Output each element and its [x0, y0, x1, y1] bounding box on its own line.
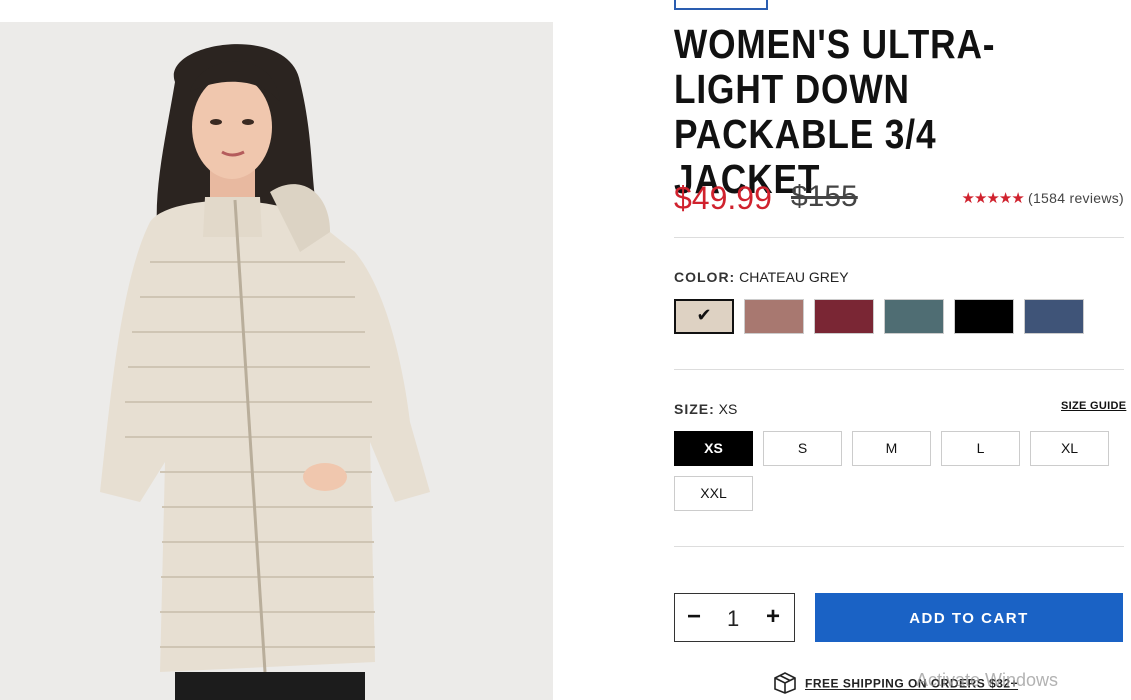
size-selected-value: XS	[718, 401, 738, 417]
color-swatch[interactable]	[954, 299, 1014, 334]
color-swatch[interactable]	[1024, 299, 1084, 334]
color-swatch[interactable]: ✔	[674, 299, 734, 334]
product-image[interactable]	[0, 22, 553, 700]
star-rating-icon: ★★★★★	[961, 190, 1025, 207]
divider	[674, 546, 1124, 547]
size-guide-link[interactable]: SIZE GUIDE	[1061, 400, 1126, 412]
divider	[674, 237, 1124, 238]
color-label: COLOR: CHATEAU GREY	[674, 269, 849, 285]
review-count: (1584 reviews)	[1027, 190, 1124, 206]
size-label: SIZE: XS	[674, 401, 737, 417]
size-label-key: SIZE:	[674, 401, 715, 417]
new-arrival-badge: NEW ARRIVAL	[674, 0, 768, 10]
size-option[interactable]: M	[852, 431, 931, 466]
quantity-stepper: − 1 +	[674, 593, 795, 642]
size-option[interactable]: L	[941, 431, 1020, 466]
sale-price: $49.99	[674, 180, 772, 216]
size-option[interactable]: S	[763, 431, 842, 466]
size-option[interactable]: XXL	[674, 476, 753, 511]
increase-quantity-button[interactable]: +	[766, 603, 780, 631]
product-title: WOMEN'S ULTRA-LIGHT DOWN PACKABLE 3/4 JA…	[674, 21, 996, 202]
package-icon	[773, 672, 797, 697]
size-option[interactable]: XS	[674, 431, 753, 466]
color-selected-value: CHATEAU GREY	[739, 269, 849, 285]
add-to-cart-button[interactable]: ADD TO CART	[815, 593, 1123, 642]
price-row: $49.99 $155 ★★★★★ (1584 reviews)	[674, 180, 1124, 224]
color-label-key: COLOR:	[674, 269, 736, 285]
decrease-quantity-button[interactable]: −	[687, 603, 701, 631]
color-swatch[interactable]	[814, 299, 874, 334]
windows-activation-watermark: Activate Windows	[916, 670, 1059, 690]
color-swatch[interactable]	[884, 299, 944, 334]
rating-link[interactable]: ★★★★★ (1584 reviews)	[962, 189, 1124, 207]
original-price: $155	[791, 180, 858, 213]
top-strip	[0, 0, 553, 22]
check-icon: ✔	[696, 305, 712, 325]
divider	[674, 369, 1124, 370]
quantity-value[interactable]: 1	[727, 606, 739, 632]
size-option[interactable]: XL	[1030, 431, 1109, 466]
color-swatch[interactable]	[744, 299, 804, 334]
